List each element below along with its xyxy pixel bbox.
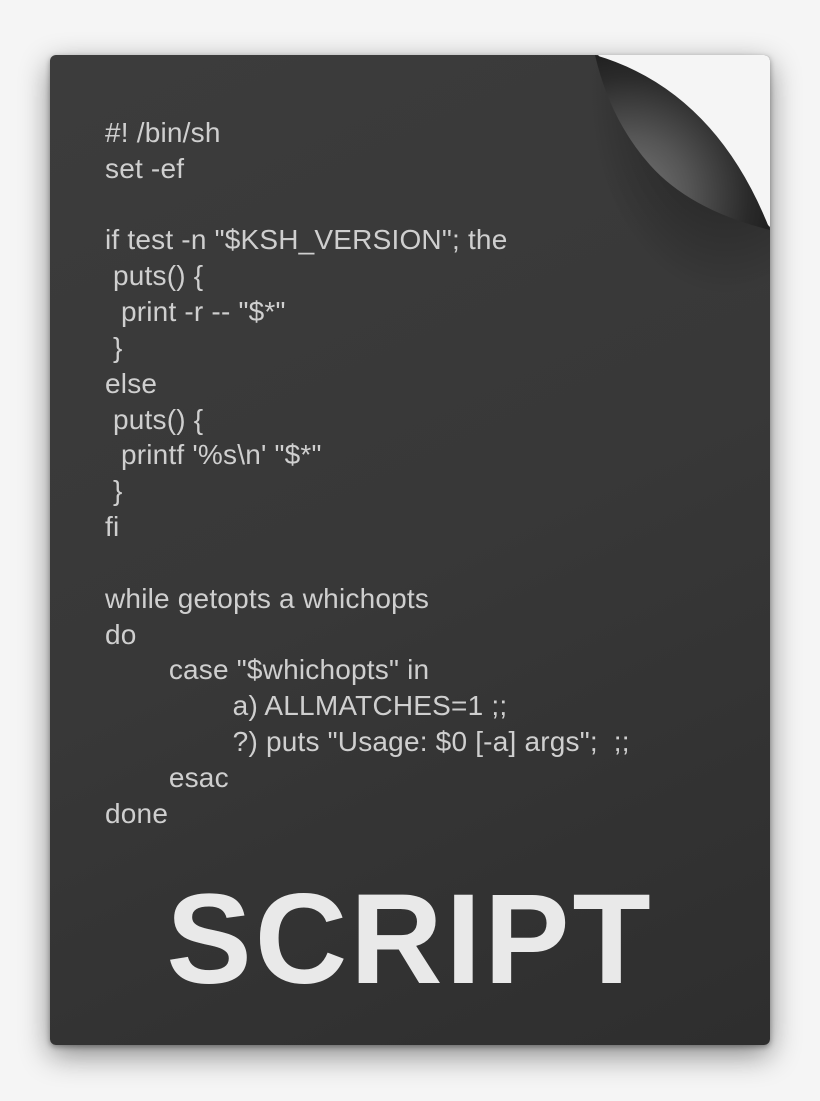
script-file-icon: #! /bin/sh set -ef if test -n "$KSH_VERS… — [50, 55, 770, 1045]
canvas: #! /bin/sh set -ef if test -n "$KSH_VERS… — [0, 0, 820, 1101]
file-type-label: SCRIPT — [50, 866, 770, 1013]
script-code-block: #! /bin/sh set -ef if test -n "$KSH_VERS… — [105, 115, 760, 832]
